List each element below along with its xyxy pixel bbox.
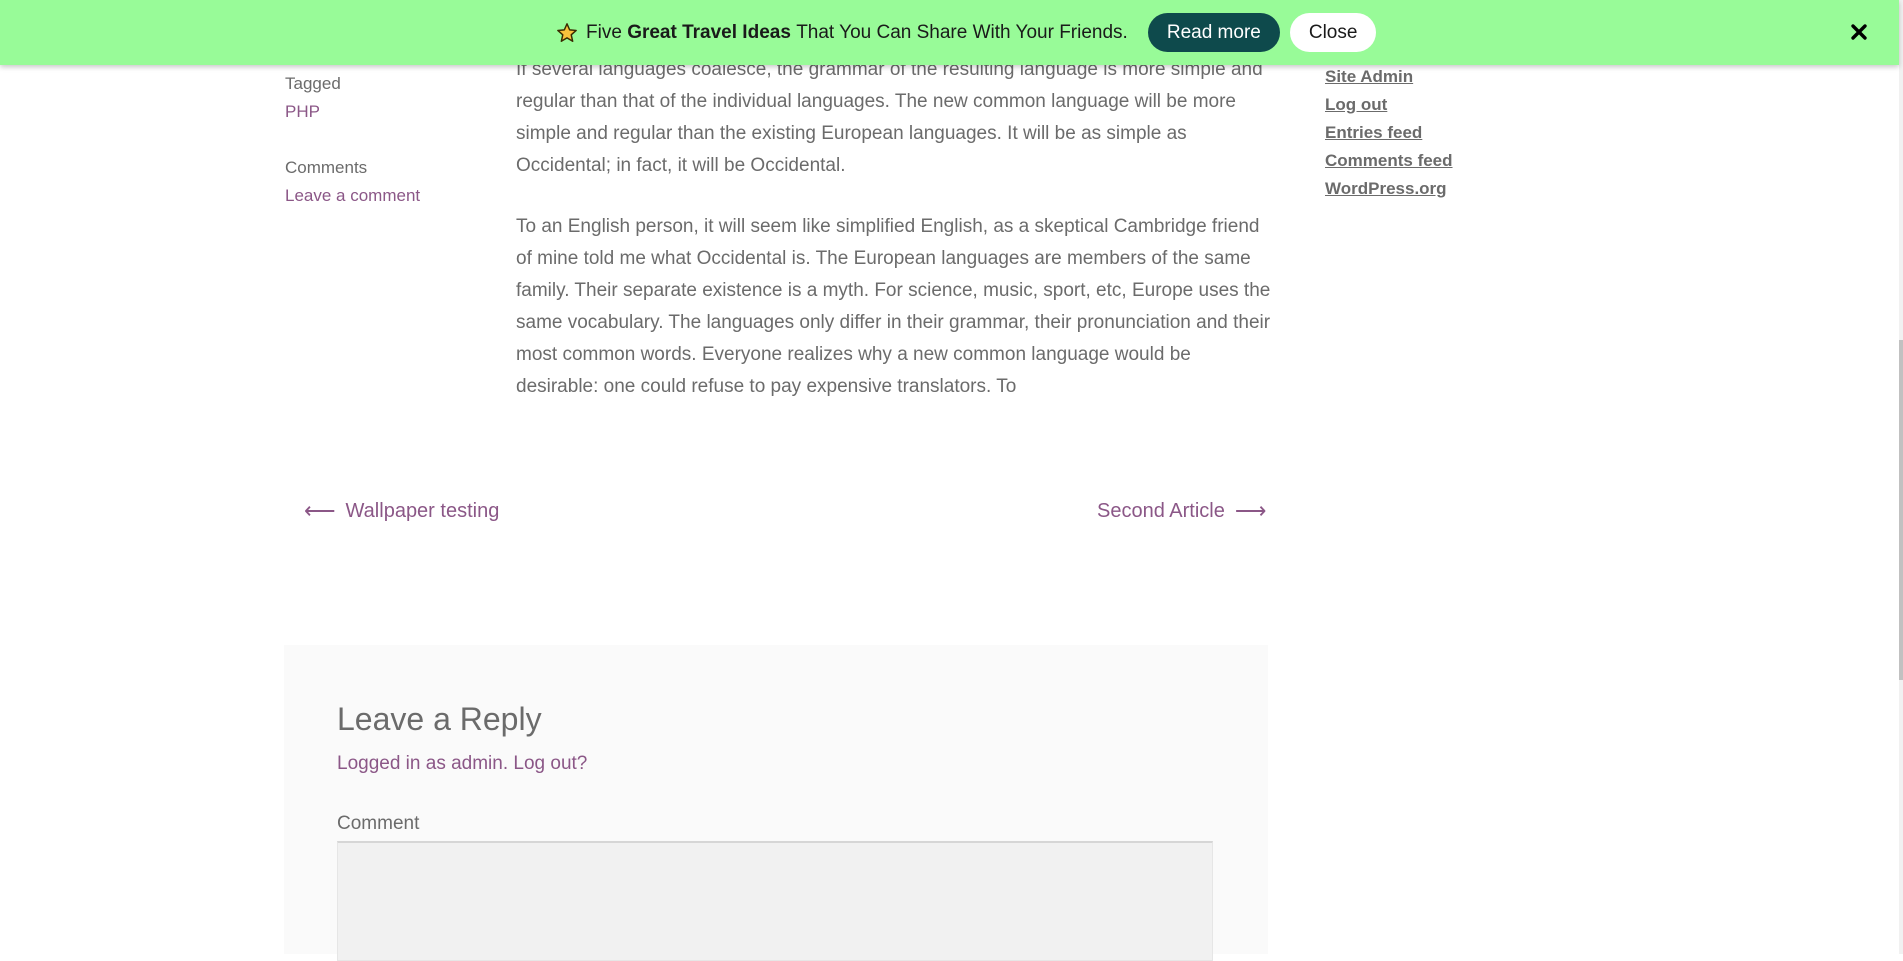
tagged-label: Tagged [285,74,341,93]
content-paragraph: If several languages coalesce, the gramm… [516,59,1263,176]
sidebar-link-wordpress-org[interactable]: WordPress.org [1325,179,1447,199]
star-icon [557,22,577,42]
reply-title: Leave a Reply [337,701,542,737]
comment-textarea[interactable] [337,841,1213,961]
scrollbar-thumb[interactable] [1899,340,1903,680]
leave-comment-link[interactable]: Leave a comment [285,186,420,206]
banner-text-suffix: That You Can Share With Your Friends. [796,21,1128,43]
close-x-icon[interactable] [1848,21,1870,43]
arrow-right-icon: ⟶ [1234,498,1267,523]
comment-reply-section: Leave a Reply Logged in as admin. Log ou… [284,645,1268,961]
banner-text-prefix: Five [586,21,622,43]
sidebar-link-comments-feed[interactable]: Comments feed [1325,151,1453,171]
banner-text-bold: Great Travel Ideas [627,21,791,43]
read-more-button[interactable]: Read more [1147,13,1280,52]
sidebar-link-entries-feed[interactable]: Entries feed [1325,123,1422,143]
logged-in-link[interactable]: Logged in as admin. Log out? [337,753,587,775]
content-paragraph: To an English person, it will seem like … [516,216,1271,397]
prev-post-label: Wallpaper testing [345,499,500,522]
tag-link-php[interactable]: PHP [285,102,320,122]
banner-content: Five Great Travel Ideas That You Can Sha… [556,13,1377,52]
comments-label: Comments [285,158,368,177]
prev-post-link[interactable]: ⟵ Wallpaper testing [304,498,499,524]
sidebar-link-site-admin[interactable]: Site Admin [1325,67,1413,87]
banner-close-button[interactable]: Close [1289,13,1377,52]
comment-label: Comment [337,813,420,834]
notification-banner: Five Great Travel Ideas That You Can Sha… [0,0,1899,65]
next-post-link[interactable]: Second Article ⟶ [1097,498,1266,524]
arrow-left-icon: ⟵ [304,498,336,523]
next-post-label: Second Article [1097,499,1225,522]
sidebar-link-log-out[interactable]: Log out [1325,95,1387,115]
